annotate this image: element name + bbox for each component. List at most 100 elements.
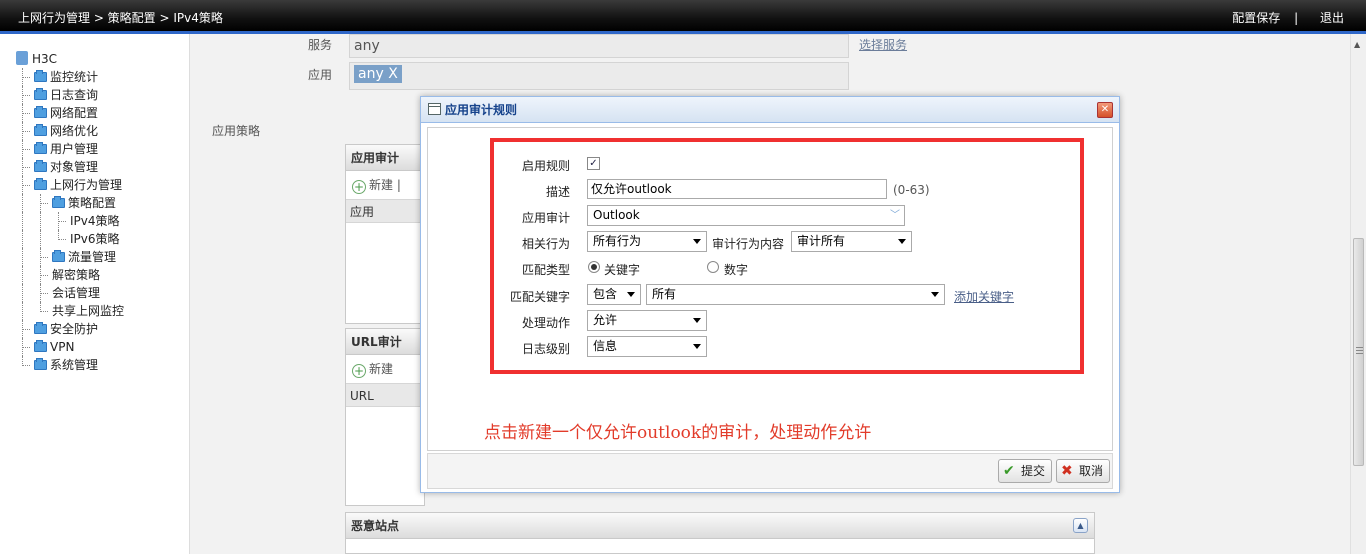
sidebar-item-optimize[interactable]: 网络优化 bbox=[14, 122, 124, 140]
save-config-link[interactable]: 配置保存 bbox=[1232, 11, 1280, 25]
enable-label: 启用规则 bbox=[521, 159, 570, 173]
app-label: 应用 bbox=[308, 68, 333, 82]
url-audit-new-button[interactable]: + 新建 bbox=[346, 355, 424, 383]
dropdown-arrow-icon bbox=[931, 292, 939, 297]
number-radio[interactable] bbox=[707, 261, 719, 273]
desc-input[interactable]: 仅允许outlook bbox=[587, 179, 887, 199]
sidebar-item-label: 流量管理 bbox=[68, 250, 117, 264]
app-audit-new-button[interactable]: + 新建 | bbox=[346, 171, 424, 199]
audit-content-select[interactable]: 审计所有 bbox=[791, 231, 912, 252]
scroll-thumb[interactable] bbox=[1353, 238, 1364, 466]
sidebar-item-users[interactable]: 用户管理 bbox=[14, 140, 124, 158]
sidebar-item-share[interactable]: 共享上网监控 bbox=[14, 302, 124, 320]
sidebar-item-label: 会话管理 bbox=[52, 286, 101, 300]
scroll-up-icon[interactable]: ▲ bbox=[1354, 40, 1360, 49]
check-icon: ✔ bbox=[1003, 463, 1015, 479]
match-type-label: 匹配类型 bbox=[521, 263, 570, 277]
folder-icon bbox=[34, 160, 47, 172]
sidebar-item-system[interactable]: 系统管理 bbox=[14, 356, 124, 374]
sidebar-item-ipv4[interactable]: IPv4策略 bbox=[14, 212, 124, 230]
sidebar-item-logs[interactable]: 日志查询 bbox=[14, 86, 124, 104]
service-value: any bbox=[354, 38, 380, 54]
url-audit-column: URL bbox=[346, 383, 424, 407]
new-label: 新建 | bbox=[369, 178, 401, 192]
malicious-site-title: 恶意站点 bbox=[346, 513, 1094, 539]
sidebar-item-session[interactable]: 会话管理 bbox=[14, 284, 124, 302]
x-icon: ✖ bbox=[1061, 463, 1073, 479]
chevron-down-icon[interactable]: ﹀ bbox=[886, 206, 904, 225]
sidebar-item-monitor[interactable]: 监控统计 bbox=[14, 68, 124, 86]
match-keyword-label: 匹配关键字 bbox=[509, 290, 570, 304]
app-audit-column: 应用 bbox=[346, 199, 424, 223]
tree-root-label: H3C bbox=[32, 52, 58, 66]
audit-content-value: 审计所有 bbox=[797, 234, 846, 248]
app-field[interactable]: any X bbox=[349, 62, 849, 90]
window-icon bbox=[428, 103, 441, 115]
sidebar-item-label: 共享上网监控 bbox=[52, 304, 125, 318]
number-radio-label: 数字 bbox=[724, 263, 749, 277]
dialog-header: 应用审计规则 ✕ bbox=[421, 97, 1119, 123]
collapse-icon[interactable]: ▲ bbox=[1073, 518, 1088, 533]
log-level-select[interactable]: 信息 bbox=[587, 336, 707, 357]
sidebar-item-label: 策略配置 bbox=[68, 196, 117, 210]
select-service-link[interactable]: 选择服务 bbox=[859, 36, 907, 53]
keyword-radio[interactable] bbox=[588, 261, 600, 273]
sidebar-item-label: 系统管理 bbox=[50, 358, 99, 372]
app-audit-rule-dialog: 应用审计规则 ✕ 启用规则 ✓ 描述 仅允许outlook (0-63) 应用审… bbox=[420, 96, 1120, 493]
add-keyword-link[interactable]: 添加关键字 bbox=[954, 288, 1014, 305]
sidebar-item-network[interactable]: 网络配置 bbox=[14, 104, 124, 122]
submit-button[interactable]: ✔ 提交 bbox=[998, 459, 1052, 483]
sidebar-item-label: 网络优化 bbox=[50, 124, 99, 138]
sidebar-item-ipv6[interactable]: IPv6策略 bbox=[14, 230, 124, 248]
service-field[interactable]: any bbox=[349, 34, 849, 58]
log-level-label: 日志级别 bbox=[521, 342, 570, 356]
add-icon: + bbox=[352, 364, 366, 378]
folder-icon bbox=[34, 88, 47, 100]
sidebar-item-vpn[interactable]: VPN bbox=[14, 338, 124, 356]
behavior-select[interactable]: 所有行为 bbox=[587, 231, 707, 252]
sidebar-item-label: 上网行为管理 bbox=[50, 178, 123, 192]
url-audit-panel: URL审计 + 新建 URL bbox=[345, 328, 425, 506]
audit-combo[interactable]: Outlook ﹀ bbox=[587, 205, 905, 226]
match-op-select[interactable]: 包含 bbox=[587, 284, 641, 305]
sidebar-item-traffic[interactable]: 流量管理 bbox=[14, 248, 124, 266]
app-tag[interactable]: any X bbox=[354, 65, 402, 83]
url-audit-title: URL审计 bbox=[346, 329, 424, 355]
service-label: 服务 bbox=[308, 38, 333, 52]
tree-root[interactable]: H3C bbox=[14, 50, 124, 68]
sidebar: H3C 监控统计 日志查询 网络配置 网络优化 用户管理 对象管理 上网行为管理… bbox=[0, 34, 190, 554]
page-scrollbar[interactable]: ▲ bbox=[1350, 34, 1366, 554]
folder-icon bbox=[34, 142, 47, 154]
sidebar-item-decrypt[interactable]: 解密策略 bbox=[14, 266, 124, 284]
match-keyword-select[interactable]: 所有 bbox=[646, 284, 945, 305]
sidebar-item-label: 监控统计 bbox=[50, 70, 99, 84]
sidebar-item-behavior[interactable]: 上网行为管理 bbox=[14, 176, 124, 194]
app-audit-panel: 应用审计 + 新建 | 应用 bbox=[345, 144, 425, 324]
sidebar-item-objects[interactable]: 对象管理 bbox=[14, 158, 124, 176]
folder-icon bbox=[34, 322, 47, 334]
keyword-radio-label: 关键字 bbox=[604, 263, 641, 277]
sidebar-item-label: 用户管理 bbox=[50, 142, 99, 156]
behavior-label: 相关行为 bbox=[521, 237, 570, 251]
folder-icon bbox=[34, 70, 47, 82]
top-bar: 上网行为管理 > 策略配置 > IPv4策略 配置保存 | 退出 bbox=[0, 0, 1366, 34]
action-select[interactable]: 允许 bbox=[587, 310, 707, 331]
close-icon[interactable]: ✕ bbox=[1097, 102, 1113, 118]
folder-open-icon bbox=[52, 196, 65, 208]
log-level-value: 信息 bbox=[593, 339, 618, 353]
logout-link[interactable]: 退出 bbox=[1320, 11, 1344, 25]
grip-line bbox=[1356, 347, 1363, 348]
audit-content-label: 审计行为内容 bbox=[712, 237, 785, 251]
app-policy-label: 应用策略 bbox=[212, 124, 261, 138]
submit-label: 提交 bbox=[1021, 464, 1046, 478]
cancel-label: 取消 bbox=[1079, 464, 1104, 478]
cancel-button[interactable]: ✖ 取消 bbox=[1056, 459, 1110, 483]
dropdown-arrow-icon bbox=[627, 292, 635, 297]
sidebar-item-policy[interactable]: 策略配置 bbox=[14, 194, 124, 212]
enable-checkbox[interactable]: ✓ bbox=[587, 157, 600, 170]
app-audit-title: 应用审计 bbox=[346, 145, 424, 171]
folder-icon bbox=[34, 124, 47, 136]
sidebar-item-security[interactable]: 安全防护 bbox=[14, 320, 124, 338]
dropdown-arrow-icon bbox=[693, 318, 701, 323]
grip-line bbox=[1356, 350, 1363, 351]
